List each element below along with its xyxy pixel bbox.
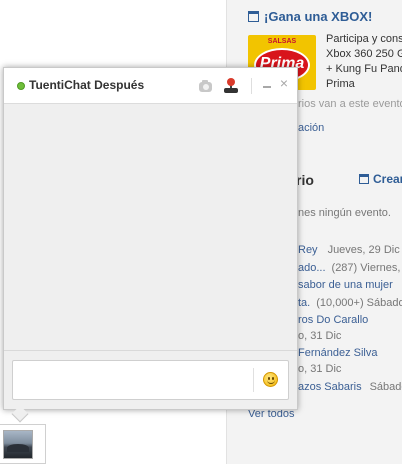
online-status-icon	[17, 82, 25, 90]
logo-top-text: SALSAS	[267, 38, 297, 45]
event-link[interactable]: ación	[298, 122, 324, 134]
calendar-item-link[interactable]: ado...	[298, 262, 326, 274]
calendar-item-detail: o, 31 Dic	[298, 363, 342, 375]
chat-title[interactable]: TuentiChat Después	[29, 78, 144, 92]
chat-window: TuentiChat Después ×	[3, 67, 298, 410]
game-icon[interactable]	[223, 78, 239, 94]
calendar-item: ado... (287) Viernes, 3	[298, 262, 402, 274]
promo-line: + Kung Fu Pand	[326, 63, 402, 75]
close-icon[interactable]: ×	[278, 76, 290, 90]
chat-messages-area[interactable]	[4, 105, 297, 350]
calendar-empty-text: nes ningún evento.	[298, 207, 391, 219]
calendar-icon	[359, 174, 369, 184]
message-input[interactable]	[12, 360, 289, 400]
calendar-item: ros Do Carallo	[298, 314, 368, 326]
calendar-item-link[interactable]: ta.	[298, 297, 310, 309]
calendar-item-link[interactable]: Rey	[298, 244, 318, 256]
smiley-icon[interactable]	[263, 372, 278, 387]
minimize-icon[interactable]	[261, 75, 273, 93]
contact-avatar[interactable]	[3, 430, 33, 459]
calendar-item: o, 31 Dic	[298, 330, 341, 342]
calendar-item: o, 31 Dic	[298, 363, 341, 375]
header-divider	[251, 78, 252, 94]
calendar-item-detail: Jueves, 29 Dic	[327, 244, 400, 256]
input-divider	[253, 368, 254, 392]
calendar-item-detail: Sábado	[369, 381, 402, 393]
calendar-item-link[interactable]: azos Sabaris	[298, 381, 362, 393]
calendar-item-detail: o, 31 Dic	[298, 330, 342, 342]
calendar-item-link[interactable]: Fernández Silva	[298, 347, 378, 359]
camera-icon[interactable]	[198, 78, 214, 94]
event-attendees-text: rios van a este evento	[298, 98, 402, 110]
calendar-item: ta. (10,000+) Sábado	[298, 297, 402, 309]
calendar-item-link[interactable]: sabor de una mujer	[298, 279, 393, 291]
calendar-item-detail: (287) Viernes, 3	[331, 262, 402, 274]
create-event-label: Crear	[373, 172, 402, 186]
calendar-item: Rey Jueves, 29 Dic	[298, 244, 400, 256]
promo-line: Participa y cons	[326, 33, 402, 45]
calendar-item-detail: (10,000+) Sábado	[316, 297, 402, 309]
promo-heading-text[interactable]: ¡Gana una XBOX!	[264, 9, 372, 24]
promo-line: Prima	[326, 78, 355, 90]
promo-heading[interactable]: ¡Gana una XBOX!	[248, 9, 372, 24]
calendar-item: Fernández Silva	[298, 347, 378, 359]
chat-footer	[4, 350, 297, 409]
calendar-title: rio	[296, 172, 314, 188]
chat-header[interactable]: TuentiChat Después ×	[4, 68, 297, 104]
promo-line: Xbox 360 250 G	[326, 48, 402, 60]
calendar-item: azos Sabaris Sábado	[298, 381, 402, 393]
create-event-button[interactable]: Crear	[359, 172, 402, 186]
chat-dock[interactable]	[0, 424, 46, 464]
calendar-icon	[248, 11, 259, 22]
calendar-item-link[interactable]: ros Do Carallo	[298, 314, 368, 326]
calendar-item: sabor de una mujer	[298, 279, 393, 291]
